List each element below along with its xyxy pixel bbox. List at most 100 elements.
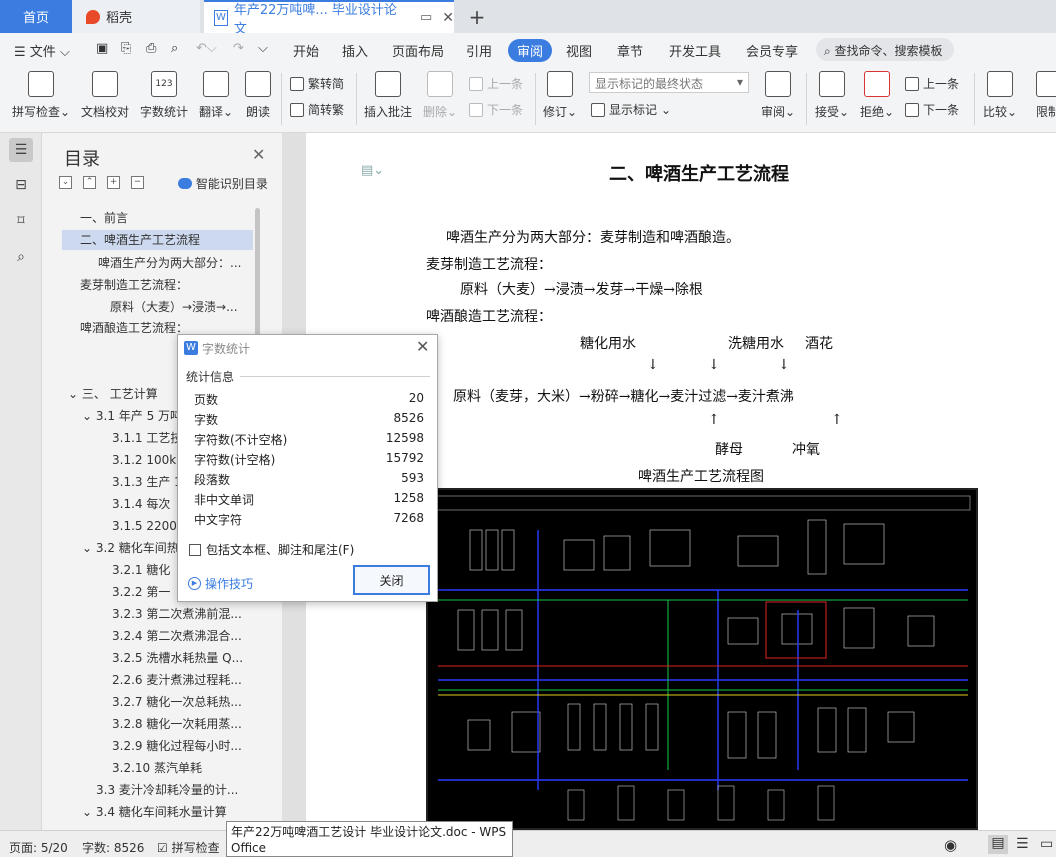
- menu-layout[interactable]: 页面布局: [392, 41, 444, 60]
- reject-button[interactable]: 拒绝⌄: [860, 71, 894, 120]
- tab-home[interactable]: 首页: [0, 0, 72, 33]
- restrict-button[interactable]: 限制: [1036, 71, 1056, 120]
- export-icon[interactable]: ⎘: [121, 41, 131, 56]
- accept-button[interactable]: 接受⌄: [815, 71, 849, 120]
- prev-change-button[interactable]: 上一条: [905, 75, 959, 92]
- outline-view-icon[interactable]: ☰: [1016, 836, 1029, 852]
- menu-insert[interactable]: 插入: [342, 41, 368, 60]
- menu-start[interactable]: 开始: [293, 41, 319, 60]
- prev-comment-button[interactable]: 上一条: [469, 75, 523, 92]
- revise-button[interactable]: 修订⌄: [543, 71, 577, 120]
- navigation-icon[interactable]: ⊟: [9, 173, 33, 197]
- menu-view[interactable]: 视图: [566, 41, 592, 60]
- save-icon[interactable]: ▣: [96, 41, 108, 56]
- toc-item[interactable]: ⌄ 3.2 糖化车间热: [82, 538, 179, 558]
- page-indicator[interactable]: 页面: 5/20: [9, 839, 68, 856]
- menu-file[interactable]: ☰ 文件 ⌵: [14, 41, 70, 60]
- menu-reference[interactable]: 引用: [466, 41, 492, 60]
- stat-value: 1258: [393, 491, 424, 505]
- spell-check-label: 拼写检查: [12, 105, 61, 119]
- delete-comment-button[interactable]: 删除⌄: [423, 71, 457, 120]
- menu-review[interactable]: 审阅: [508, 39, 553, 62]
- toc-item[interactable]: 原料（大麦）→浸渍→...: [110, 297, 248, 317]
- collapse-all-icon[interactable]: ⌄: [59, 176, 72, 189]
- toc-item[interactable]: 3.2.5 洗槽水耗热量 Q...: [112, 648, 252, 668]
- toc-item[interactable]: 3.2.3 第二次煮沸前混...: [112, 604, 252, 624]
- tips-link[interactable]: ▶ 操作技巧: [188, 575, 253, 592]
- eye-protection-icon[interactable]: ◉: [944, 836, 957, 854]
- next-comment-button[interactable]: 下一条: [469, 101, 523, 118]
- bookmark-icon[interactable]: ⌑: [9, 209, 33, 233]
- tab-close-icon[interactable]: ✕: [442, 10, 454, 26]
- compare-button[interactable]: 比较⌄: [983, 71, 1017, 120]
- command-search[interactable]: ⌕ 查找命令、搜索模板: [816, 38, 954, 61]
- reading-view-icon[interactable]: ▭: [1040, 836, 1053, 852]
- toc-item[interactable]: 3.3 麦汁冷却耗冷量的计...: [96, 780, 248, 800]
- toc-item[interactable]: 一、前言: [80, 208, 128, 228]
- markup-state-select[interactable]: 显示标记的最终状态 ▾: [589, 72, 749, 93]
- trad-to-simp-button[interactable]: 繁转简: [290, 75, 344, 92]
- more-chevron-icon[interactable]: ⌵: [258, 41, 268, 56]
- toc-item-selected[interactable]: 二、啤酒生产工艺流程: [62, 230, 253, 250]
- remove-item-icon[interactable]: −: [131, 176, 144, 189]
- close-button[interactable]: 关闭: [353, 565, 430, 595]
- toc-item[interactable]: 3.1.2 100k: [112, 450, 176, 470]
- undo-icon[interactable]: ↶⌵: [196, 41, 217, 56]
- tab-home-label: 首页: [22, 11, 49, 26]
- toc-item[interactable]: 3.2.2 第一: [112, 582, 170, 602]
- redo-icon[interactable]: ↷: [233, 41, 244, 56]
- insert-comment-button[interactable]: 插入批注: [364, 71, 412, 120]
- smart-toc-button[interactable]: 智能识别目录: [178, 175, 268, 192]
- toc-item[interactable]: ⌄ 3.1 年产 5 万吨: [82, 406, 182, 426]
- translate-button[interactable]: 翻译⌄: [199, 71, 233, 120]
- toc-item[interactable]: 3.1.5 2200: [112, 516, 177, 536]
- toc-item[interactable]: ⌄ 3.4 糖化车间耗水量计算: [82, 802, 227, 822]
- print-icon[interactable]: ⎙: [146, 41, 156, 56]
- menu-chapter[interactable]: 章节: [617, 41, 643, 60]
- print-preview-icon[interactable]: ⌕: [171, 41, 178, 56]
- toc-item[interactable]: 3.2.9 糖化过程每小时...: [112, 736, 252, 756]
- toc-item[interactable]: 3.2.8 糖化一次耗用蒸...: [112, 714, 252, 734]
- ribbon-separator: [535, 73, 536, 125]
- tab-restore-icon[interactable]: ▭: [420, 10, 432, 25]
- read-aloud-button[interactable]: 朗读: [245, 71, 271, 120]
- toc-item[interactable]: 3.2.4 第二次煮沸混合...: [112, 626, 252, 646]
- toc-item[interactable]: 2.2.6 麦汁煮沸过程耗...: [112, 670, 252, 690]
- toc-item[interactable]: 啤酒生产分为两大部分：...: [98, 253, 248, 273]
- menu-developer[interactable]: 开发工具: [669, 41, 721, 60]
- page-view-icon[interactable]: ▤: [988, 835, 1008, 854]
- menu-member[interactable]: 会员专享: [746, 41, 798, 60]
- close-icon[interactable]: ✕: [416, 337, 429, 356]
- toc-item[interactable]: 3.1.1 工艺技: [112, 428, 182, 448]
- toc-item[interactable]: 3.2.7 糖化一次总耗热...: [112, 692, 252, 712]
- add-tab-button[interactable]: +: [462, 0, 492, 33]
- simp-to-trad-button[interactable]: 简转繁: [290, 101, 344, 118]
- toc-item[interactable]: 麦芽制造工艺流程：: [80, 275, 188, 295]
- word-count-indicator[interactable]: 字数: 8526: [82, 839, 144, 856]
- next-change-button[interactable]: 下一条: [905, 101, 959, 118]
- expand-up-icon[interactable]: ⌃: [83, 176, 96, 189]
- toc-item[interactable]: 啤酒酿造工艺流程：: [80, 318, 188, 338]
- doc-proof-button[interactable]: 文档校对: [81, 71, 129, 120]
- show-markup-label: 显示标记: [609, 103, 658, 117]
- toc-item[interactable]: 3.2.1 糖化: [112, 560, 170, 580]
- include-notes-checkbox[interactable]: 包括文本框、脚注和尾注(F): [189, 541, 354, 558]
- tab-daoke[interactable]: 稻壳: [72, 0, 200, 33]
- page-options-icon[interactable]: ▤⌄: [361, 163, 384, 178]
- tips-label: 操作技巧: [205, 577, 254, 591]
- add-item-icon[interactable]: +: [107, 176, 120, 189]
- toc-item[interactable]: 3.2.10 蒸汽单耗: [112, 758, 202, 778]
- toc-item[interactable]: ⌄ 三、 工艺计算: [68, 384, 158, 404]
- search-icon[interactable]: ⌕: [9, 245, 33, 269]
- toc-icon[interactable]: ☰: [9, 138, 33, 162]
- spell-check-status[interactable]: ☑ 拼写检查: [157, 839, 220, 856]
- tab-document[interactable]: W 年产22万吨啤... 毕业设计论文 ▭ ✕: [204, 0, 454, 37]
- toc-item[interactable]: 3.1.3 生产 1: [112, 472, 182, 492]
- spell-check-button[interactable]: 拼写检查⌄: [12, 71, 70, 120]
- show-markup-button[interactable]: 显示标记 ⌄: [591, 101, 671, 118]
- review-pane-button[interactable]: 审阅⌄: [761, 71, 795, 120]
- stat-label: 非中文单词: [194, 493, 255, 507]
- word-count-button[interactable]: 123 字数统计: [140, 71, 188, 120]
- toc-item[interactable]: 3.1.4 每次: [112, 494, 170, 514]
- close-icon[interactable]: ✕: [252, 145, 265, 164]
